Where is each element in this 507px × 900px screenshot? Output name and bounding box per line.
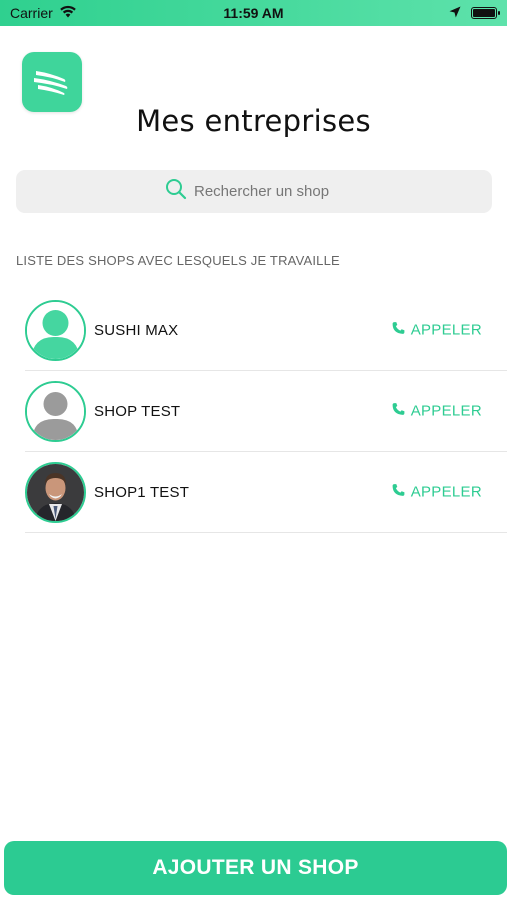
search-icon xyxy=(164,177,188,206)
call-label: APPELER xyxy=(410,483,482,501)
location-arrow-icon xyxy=(449,5,461,21)
call-button[interactable]: APPELER xyxy=(392,484,482,501)
shop-row-shop-test[interactable]: SHOP TEST APPELER xyxy=(25,371,507,452)
phone-icon xyxy=(392,484,405,501)
add-shop-button[interactable]: AJOUTER UN SHOP xyxy=(4,841,507,895)
app-logo xyxy=(22,52,82,112)
battery-level xyxy=(473,9,495,17)
avatar xyxy=(25,299,86,361)
page-title: Mes entreprises xyxy=(136,104,371,138)
call-label: APPELER xyxy=(410,321,482,339)
section-label: LISTE DES SHOPS AVEC LESQUELS JE TRAVAIL… xyxy=(16,253,340,268)
status-left: Carrier xyxy=(10,5,77,21)
shop-row-sushi-max[interactable]: SUSHI MAX APPELER xyxy=(25,290,507,371)
status-right xyxy=(449,5,500,21)
phone-icon xyxy=(392,403,405,420)
wifi-icon xyxy=(59,5,77,21)
shop-row-shop1-test[interactable]: SHOP1 TEST APPELER xyxy=(25,452,507,533)
call-button[interactable]: APPELER xyxy=(392,403,482,420)
avatar xyxy=(25,461,86,523)
carrier-label: Carrier xyxy=(10,5,53,21)
avatar xyxy=(25,380,86,442)
person-photo-icon xyxy=(27,463,84,521)
shop-name: SHOP1 TEST xyxy=(94,483,190,501)
shop-name: SUSHI MAX xyxy=(94,321,179,339)
user-avatar-icon xyxy=(27,301,84,359)
call-button[interactable]: APPELER xyxy=(392,322,482,339)
logo-stripes-icon xyxy=(34,71,68,95)
phone-icon xyxy=(392,322,405,339)
status-bar: Carrier 11:59 AM xyxy=(0,0,507,26)
shop-name: SHOP TEST xyxy=(94,402,181,420)
search-input[interactable] xyxy=(194,183,344,200)
search-bar[interactable] xyxy=(16,170,492,213)
user-avatar-icon xyxy=(27,382,84,440)
shop-list: SUSHI MAX APPELER SHOP TEST APPELER SHOP… xyxy=(25,290,507,533)
call-label: APPELER xyxy=(410,402,482,420)
battery-icon xyxy=(471,7,500,19)
